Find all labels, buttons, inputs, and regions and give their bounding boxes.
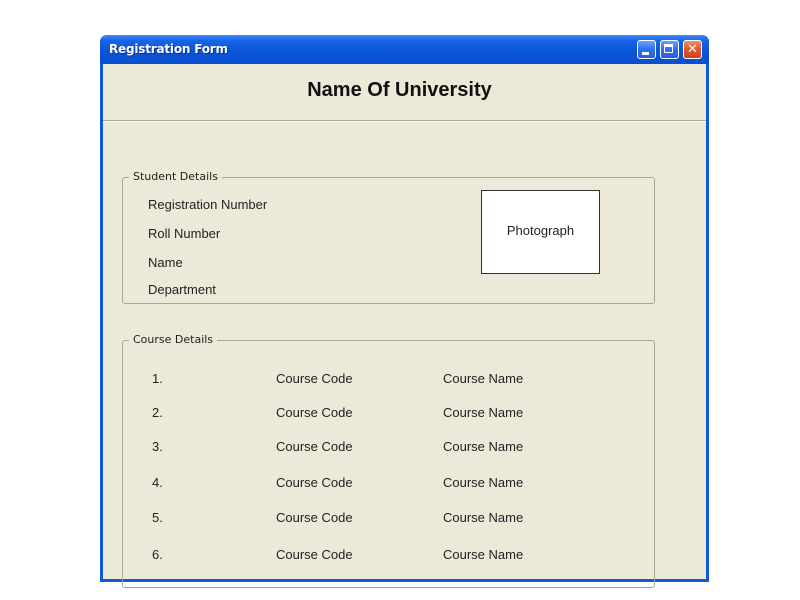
- course-row-number: 4.: [152, 475, 163, 490]
- course-name-label: Course Name: [443, 405, 524, 420]
- photograph-box[interactable]: Photograph: [481, 190, 600, 274]
- course-name-label: Course Name: [443, 371, 524, 386]
- maximize-icon: [664, 44, 673, 53]
- course-code-label: Course Code: [276, 475, 353, 490]
- course-name-label: Course Name: [443, 547, 524, 562]
- student-details-legend: Student Details: [129, 170, 222, 184]
- photograph-label: Photograph: [506, 223, 575, 238]
- university-title: Name Of University: [307, 79, 492, 101]
- course-row: 4. Course Code Course Name: [123, 475, 654, 493]
- name-label: Name: [148, 255, 183, 270]
- course-row: 6. Course Code Course Name: [123, 547, 654, 565]
- title-bar[interactable]: Registration Form ✕: [100, 35, 709, 64]
- course-code-label: Course Code: [276, 439, 353, 454]
- course-row-number: 5.: [152, 510, 163, 525]
- course-name-label: Course Name: [443, 439, 524, 454]
- course-row: 5. Course Code Course Name: [123, 510, 654, 528]
- department-label: Department: [148, 282, 216, 297]
- course-row-number: 1.: [152, 371, 163, 386]
- course-name-label: Course Name: [443, 510, 524, 525]
- course-row: 1. Course Code Course Name: [123, 371, 654, 389]
- course-code-label: Course Code: [276, 510, 353, 525]
- course-row-number: 2.: [152, 405, 163, 420]
- registration-number-label: Registration Number: [148, 197, 268, 212]
- course-details-legend: Course Details: [129, 333, 218, 347]
- roll-number-label: Roll Number: [148, 226, 221, 241]
- course-details-group: Course Details 1. Course Code Course Nam…: [122, 333, 655, 588]
- course-code-label: Course Code: [276, 405, 353, 420]
- close-button[interactable]: ✕: [683, 40, 702, 59]
- header-band: Name Of University: [103, 64, 706, 121]
- course-code-label: Course Code: [276, 547, 353, 562]
- minimize-button[interactable]: [637, 40, 656, 59]
- form-client-area: Name Of University Student Details Regis…: [103, 64, 706, 588]
- course-name-label: Course Name: [443, 475, 524, 490]
- maximize-button[interactable]: [660, 40, 679, 59]
- course-code-label: Course Code: [276, 371, 353, 386]
- student-details-group: Student Details Registration Number Roll…: [122, 170, 655, 304]
- course-row-number: 3.: [152, 439, 163, 454]
- registration-window: Registration Form ✕ Name Of University S…: [100, 35, 709, 588]
- course-row: 3. Course Code Course Name: [123, 439, 654, 457]
- course-row-number: 6.: [152, 547, 163, 562]
- close-icon: ✕: [687, 42, 698, 57]
- window-title: Registration Form: [109, 42, 228, 56]
- minimize-icon: [642, 52, 649, 55]
- course-row: 2. Course Code Course Name: [123, 405, 654, 423]
